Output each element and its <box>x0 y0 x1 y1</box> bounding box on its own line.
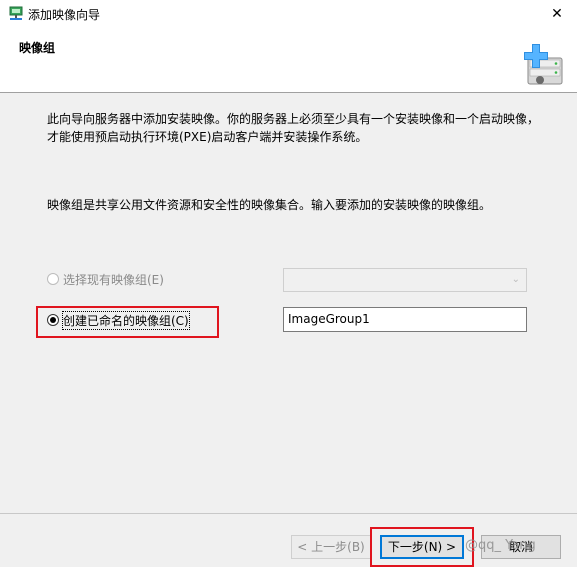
chevron-down-icon: ⌄ <box>511 274 520 285</box>
radio-existing-group[interactable]: 选择现有映像组(E) <box>47 270 164 288</box>
watermark: @qq_ Yang <box>465 538 536 553</box>
new-group-name-input[interactable]: ImageGroup1 <box>283 307 527 332</box>
add-server-plus-icon <box>524 44 563 85</box>
header-divider <box>0 92 577 93</box>
existing-group-select[interactable]: ⌄ <box>283 268 527 292</box>
radio-button[interactable] <box>47 273 59 285</box>
wizard-header: 映像组 <box>0 28 577 92</box>
close-button[interactable]: ✕ <box>545 3 569 25</box>
title-bar: 添加映像向导 ✕ <box>0 0 577 28</box>
highlight-box-next <box>370 527 474 567</box>
footer-divider <box>0 513 577 514</box>
highlight-box-radio <box>36 306 219 338</box>
network-computer-icon <box>9 6 23 20</box>
back-button[interactable]: < 上一步(B) <box>291 535 371 559</box>
radio-existing-group-label: 选择现有映像组(E) <box>63 272 164 287</box>
window-title: 添加映像向导 <box>28 8 101 22</box>
page-title: 映像组 <box>19 41 56 55</box>
wizard-description: 此向导向服务器中添加安装映像。你的服务器上必须至少具有一个安装映像和一个启动映像… <box>47 112 540 144</box>
close-icon: ✕ <box>551 6 563 22</box>
image-group-description: 映像组是共享公用文件资源和安全性的映像集合。输入要添加的安装映像的映像组。 <box>47 198 492 212</box>
